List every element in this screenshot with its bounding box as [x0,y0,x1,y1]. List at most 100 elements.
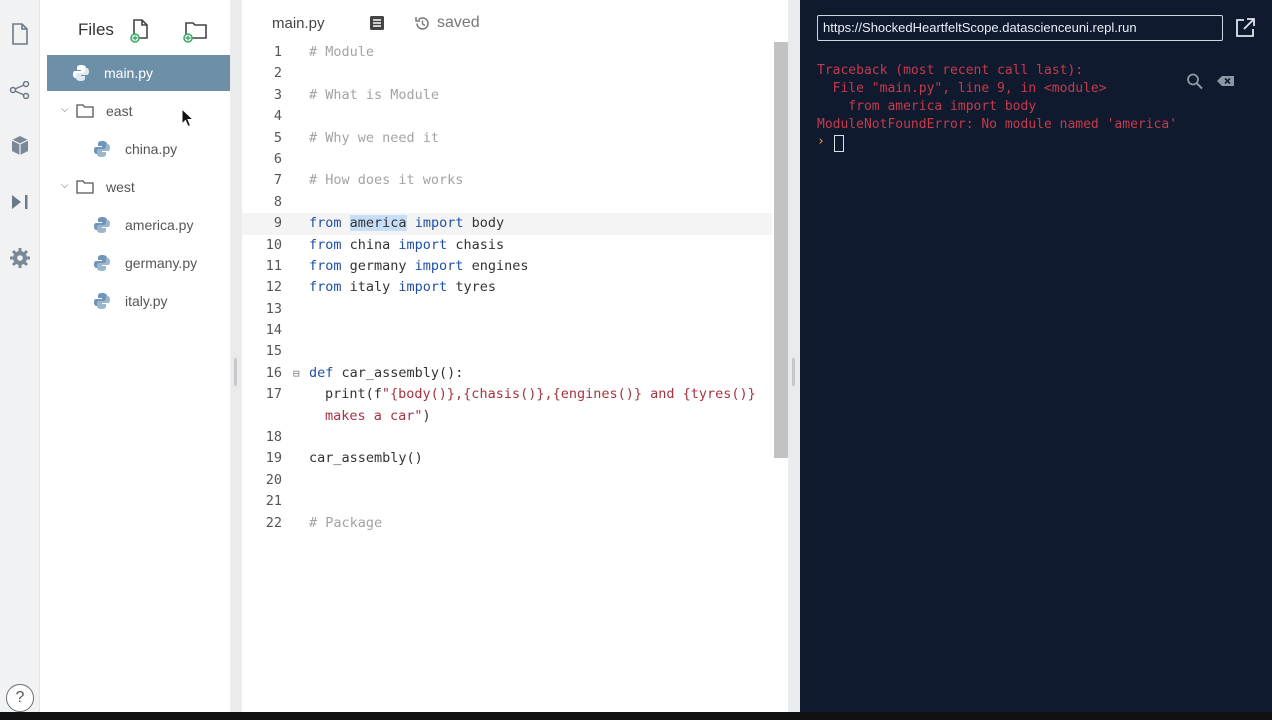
code-line: 22 # Package [242,513,772,534]
code-line: 13 [242,299,772,320]
file-item-main-py[interactable]: main.py [47,55,230,91]
debugger-icon[interactable] [8,190,32,214]
code-editor[interactable]: main.py saved 1 # Module 2 3 # What is Mod… [242,0,788,712]
line-number: 17 [265,386,282,403]
save-status: saved [414,14,480,32]
line-number: 11 [265,257,282,274]
line-number: 7 [273,172,282,189]
files-header: Files [47,8,230,48]
line-number: 9 [273,215,282,232]
save-status-text: saved [437,14,480,31]
code-text: def car_assembly(): [309,364,464,381]
code-line: 5 # Why we need it [242,128,772,149]
line-number: 12 [265,279,282,296]
line-number: 4 [273,108,282,125]
code-line: 2 [242,63,772,84]
file-item-germany-py[interactable]: germany.py [47,245,230,281]
mouse-pointer-icon [181,108,194,128]
code-line: 20 [242,470,772,491]
line-number: 18 [265,429,282,446]
code-line: 16 ⊟ def car_assembly(): [242,363,772,384]
python-file-icon [94,217,110,233]
fold-toggle-icon[interactable]: ⊟ [293,363,300,384]
code-text: makes a car") [325,407,431,424]
bottom-edge [0,712,1272,720]
chevron-down-icon[interactable]: ⌵ [61,180,69,191]
code-line: 21 [242,491,772,512]
console-output: Traceback (most recent call last): File … [817,62,1177,134]
file-item-italy-py[interactable]: italy.py [47,283,230,319]
history-icon [415,16,429,30]
code-text: from china import chasis [309,236,505,253]
line-number: 3 [273,86,282,103]
file-menu-icon[interactable] [369,15,385,31]
code-line: 18 [242,427,772,448]
folder-item-east[interactable]: ⌵ east [47,93,230,129]
open-in-new-tab-icon[interactable] [1234,17,1256,39]
code-text: from italy import tyres [309,279,496,296]
code-line: 17 print(f"{body()},{chasis()},{engines()… [242,384,772,405]
line-number: 19 [265,450,282,467]
panel-splitter[interactable] [788,0,800,712]
output-line: Traceback (most recent call last): [817,63,1084,78]
chevron-down-icon[interactable]: ⌵ [61,104,69,115]
file-item-china-py[interactable]: china.py [47,131,230,167]
code-line-wrapped: makes a car") [242,406,772,427]
python-file-icon [73,65,89,81]
code-area[interactable]: 1 # Module 2 3 # What is Module 4 5 # Why w… [242,42,772,534]
code-line: 8 [242,192,772,213]
file-label: italy.py [125,293,168,309]
line-number: 16 [265,364,282,381]
splitter-grip[interactable] [792,358,795,386]
splitter-grip[interactable] [234,358,237,386]
python-file-icon [94,255,110,271]
files-title: Files [78,20,114,39]
console-input-cursor[interactable] [834,135,844,152]
selection-highlight: america [349,215,407,232]
file-label: main.py [104,65,154,81]
file-label: germany.py [125,255,198,271]
code-text: from germany import engines [309,257,529,274]
code-line: 10 from china import chasis [242,235,772,256]
clear-console-icon[interactable] [1216,72,1236,90]
files-icon[interactable] [8,22,32,46]
code-line: 3 # What is Module [242,85,772,106]
add-file-icon[interactable] [126,16,154,44]
settings-gear-icon[interactable] [8,246,32,270]
code-text: from america import body [309,215,505,232]
code-line: 12 from italy import tyres [242,277,772,298]
sidebar-rail: ? [0,0,40,712]
code-line: 1 # Module [242,42,772,63]
output-line: ModuleNotFoundError: No module named 'am… [817,117,1178,132]
code-line: 6 [242,149,772,170]
code-comment: # Module [309,44,375,60]
file-item-america-py[interactable]: america.py [47,207,230,243]
file-label: america.py [125,217,194,233]
help-button[interactable]: ? [6,684,34,712]
repl-url-field[interactable]: https://ShockedHeartfeltScope.datascienc… [817,15,1223,41]
code-text: car_assembly() [309,450,423,467]
code-comment: # What is Module [309,86,440,103]
line-number: 1 [273,44,282,60]
panel-splitter[interactable] [230,0,242,712]
code-comment: # Package [309,514,383,531]
folder-label: east [106,103,133,119]
code-line: 15 [242,341,772,362]
line-number: 20 [265,471,282,488]
packages-icon[interactable] [8,134,32,158]
code-line: 4 [242,106,772,127]
file-tree-panel: Files main.py ⌵ east china.py ⌵ west ame… [47,0,230,712]
code-comment: # Why we need it [309,129,440,146]
file-label: china.py [125,141,178,157]
folder-item-west[interactable]: ⌵ west [47,169,230,205]
add-folder-icon[interactable] [180,16,208,44]
editor-tab-main-py[interactable]: main.py [272,15,325,32]
search-icon[interactable] [1185,72,1205,90]
folder-icon [76,104,94,118]
line-number: 15 [265,343,282,360]
editor-scrollbar[interactable] [774,42,788,458]
share-icon[interactable] [8,78,32,102]
code-line: 7 # How does it works [242,170,772,191]
python-file-icon [94,141,110,157]
console-panel[interactable]: https://ShockedHeartfeltScope.datascienc… [800,0,1272,712]
